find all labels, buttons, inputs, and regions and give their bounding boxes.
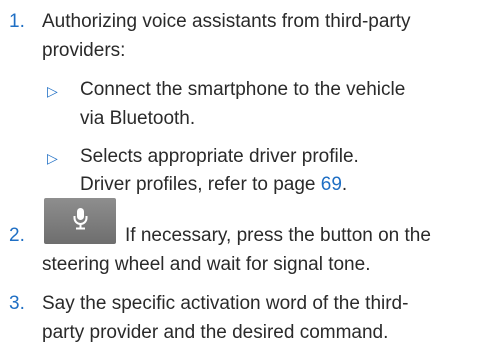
step-text-line: If necessary, press the button on the	[125, 225, 431, 246]
step-number: 3.	[9, 293, 25, 314]
substep-text-line: via Bluetooth.	[80, 108, 196, 129]
substep-text-line: Selects appropriate driver profile.	[80, 146, 359, 167]
page-link[interactable]: 69	[321, 174, 342, 195]
voice-control-button	[44, 198, 116, 244]
reference-suffix: .	[341, 174, 348, 195]
step-text-line: party provider and the desired command.	[42, 322, 389, 343]
reference-text: Driver profiles, refer to page	[80, 174, 321, 195]
substep-text-line: Connect the smartphone to the vehicle	[80, 79, 406, 100]
step-text-line: Say the specific activation word of the …	[42, 293, 409, 314]
microphone-icon	[73, 208, 88, 230]
step-number: 1.	[9, 11, 25, 32]
reference-line: Driver profiles, refer to page 69.	[80, 172, 347, 198]
triangle-bullet-icon: ▷	[47, 83, 58, 99]
step-text-line: providers:	[42, 40, 126, 61]
step-number: 2.	[9, 225, 25, 246]
step-text-line: steering wheel and wait for signal tone.	[42, 254, 371, 275]
triangle-bullet-icon: ▷	[47, 150, 58, 166]
step-text-line: Authorizing voice assistants from third-…	[42, 11, 411, 32]
